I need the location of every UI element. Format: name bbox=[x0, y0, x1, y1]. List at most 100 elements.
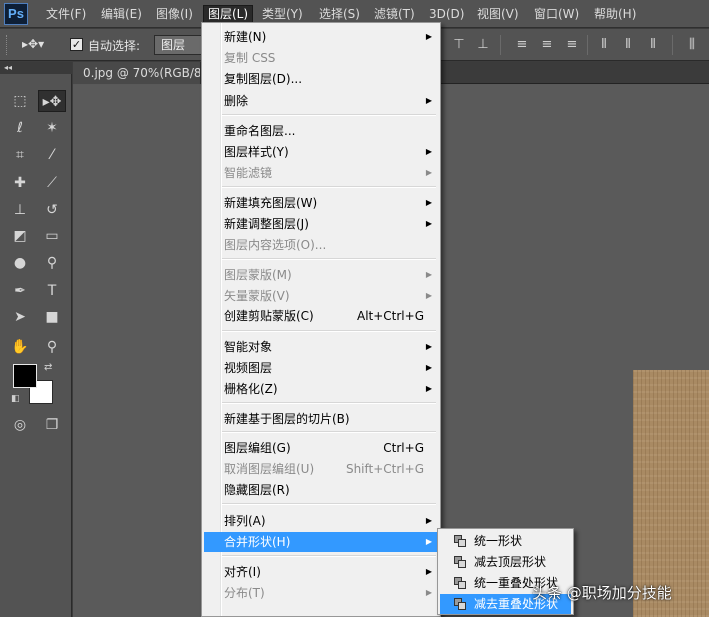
magic-wand-tool-icon[interactable]: ✶ bbox=[38, 117, 66, 139]
photoshop-logo: Ps bbox=[4, 3, 28, 25]
menu-separator bbox=[222, 258, 436, 260]
hand-tool-icon[interactable]: ✋ bbox=[6, 336, 34, 358]
menu-item-merge-shapes[interactable]: 合并形状(H) ▶ bbox=[204, 532, 438, 552]
zoom-tool-icon[interactable]: ⚲ bbox=[38, 336, 66, 358]
document-tab[interactable]: 0.jpg @ 70%(RGB/8#) bbox=[73, 62, 201, 84]
swap-colors-icon[interactable]: ⇄ bbox=[44, 362, 52, 373]
submenu-arrow-icon: ▶ bbox=[425, 270, 432, 279]
distribute-top-icon[interactable]: ≡ bbox=[514, 37, 530, 53]
menu-item-new-fill-layer[interactable]: 新建填充图层(W) ▶ bbox=[204, 193, 438, 213]
distribute-vcenter-icon[interactable]: ≡ bbox=[539, 37, 555, 53]
quick-mask-icon[interactable]: ◎ bbox=[6, 414, 34, 436]
menu-item-create-clipping-mask[interactable]: 创建剪贴蒙版(C) Alt+Ctrl+G bbox=[204, 306, 438, 326]
menu-item-label: 图层样式(Y) bbox=[224, 145, 289, 159]
menu-item-label: 重命名图层... bbox=[224, 124, 296, 138]
auto-select-checkbox[interactable]: ✓ bbox=[70, 38, 83, 51]
marquee-tool-icon[interactable]: ⬚ bbox=[6, 90, 34, 112]
menu-edit[interactable]: 编辑(E) bbox=[97, 5, 146, 23]
menu-separator bbox=[222, 402, 436, 404]
menu-item-rename-layer[interactable]: 重命名图层... bbox=[204, 121, 438, 141]
submenu-arrow-icon: ▶ bbox=[425, 516, 432, 525]
auto-align-icon[interactable]: ⫼ bbox=[684, 37, 700, 53]
align-top-icon[interactable]: ⊤ bbox=[451, 37, 467, 53]
submenu-arrow-icon: ▶ bbox=[425, 198, 432, 207]
clone-stamp-tool-icon[interactable]: ⊥ bbox=[6, 199, 34, 221]
submenu-arrow-icon: ▶ bbox=[425, 32, 432, 41]
distribute-left-icon[interactable]: ⫴ bbox=[596, 37, 612, 53]
blur-tool-icon[interactable]: ● bbox=[6, 252, 34, 274]
gradient-tool-icon[interactable]: ▭ bbox=[38, 225, 66, 247]
crop-tool-icon[interactable]: ⌗ bbox=[6, 144, 34, 166]
distribute-right-icon[interactable]: ⫴ bbox=[645, 37, 661, 53]
eraser-tool-icon[interactable]: ◩ bbox=[6, 225, 34, 247]
menu-separator bbox=[222, 503, 436, 505]
distribute-hcenter-icon[interactable]: ⫴ bbox=[620, 37, 636, 53]
rectangle-tool-icon[interactable]: ■ bbox=[38, 306, 66, 328]
menu-item-layer-content-options: 图层内容选项(O)... bbox=[204, 235, 438, 255]
menu-item-video-layer[interactable]: 视频图层 ▶ bbox=[204, 358, 438, 378]
menu-item-rasterize[interactable]: 栅格化(Z) ▶ bbox=[204, 379, 438, 399]
menu-item-vector-mask: 矢量蒙版(V) ▶ bbox=[204, 286, 438, 306]
menu-item-smart-object[interactable]: 智能对象 ▶ bbox=[204, 337, 438, 357]
layer-dropdown-menu: 新建(N) ▶ 复制 CSS 复制图层(D)... 删除 ▶ 重命名图层... 图层样式(Y)… bbox=[201, 22, 441, 617]
menu-separator bbox=[222, 555, 436, 557]
foreground-color-swatch[interactable] bbox=[13, 364, 37, 388]
type-tool-icon[interactable]: T bbox=[38, 280, 66, 302]
subtract-front-shape-icon bbox=[454, 556, 466, 568]
submenu-item-combine-shapes[interactable]: 统一形状 bbox=[440, 531, 571, 551]
menu-separator bbox=[222, 114, 436, 116]
screen-mode-icon[interactable]: ❐ bbox=[38, 414, 66, 436]
menu-item-label: 复制图层(D)... bbox=[224, 72, 303, 86]
distribute-bottom-icon[interactable]: ≡ bbox=[564, 37, 580, 53]
menu-item-new[interactable]: 新建(N) ▶ bbox=[204, 27, 438, 47]
menu-item-label: 新建(N) bbox=[224, 30, 267, 44]
align-bottom-icon[interactable]: ⊥ bbox=[475, 37, 491, 53]
menu-item-arrange[interactable]: 排列(A) ▶ bbox=[204, 511, 438, 531]
menu-item-delete[interactable]: 删除 ▶ bbox=[204, 91, 438, 111]
move-tool-preset-icon[interactable]: ▸✥▾ bbox=[22, 37, 50, 53]
default-colors-icon[interactable]: ◧ bbox=[11, 394, 20, 404]
menu-item-label: 排列(A) bbox=[224, 514, 266, 528]
path-selection-tool-icon[interactable]: ➤ bbox=[6, 306, 34, 328]
menu-item-distribute: 分布(T) ▶ bbox=[204, 583, 438, 603]
menu-file[interactable]: 文件(F) bbox=[42, 5, 90, 23]
submenu-arrow-icon: ▶ bbox=[425, 567, 432, 576]
auto-select-target-dropdown[interactable]: 图层 bbox=[154, 35, 202, 55]
toolbox-collapse-icon[interactable]: ◂◂ bbox=[0, 62, 72, 74]
menu-3d[interactable]: 3D(D) bbox=[425, 5, 468, 23]
pen-tool-icon[interactable]: ✒ bbox=[6, 280, 34, 302]
submenu-item-subtract-front-shape[interactable]: 减去顶层形状 bbox=[440, 552, 571, 572]
menu-window[interactable]: 窗口(W) bbox=[530, 5, 583, 23]
menu-item-layer-style[interactable]: 图层样式(Y) ▶ bbox=[204, 142, 438, 162]
intersect-shapes-icon bbox=[454, 577, 466, 589]
healing-brush-tool-icon[interactable]: ✚ bbox=[6, 172, 34, 194]
options-bar-grip[interactable] bbox=[6, 35, 10, 55]
menu-item-duplicate-layer[interactable]: 复制图层(D)... bbox=[204, 69, 438, 89]
menu-item-label: 隐藏图层(R) bbox=[224, 483, 290, 497]
eyedropper-tool-icon[interactable]: ⁄ bbox=[38, 144, 66, 166]
lasso-tool-icon[interactable]: ℓ bbox=[6, 117, 34, 139]
brush-tool-icon[interactable]: ⟋ bbox=[38, 172, 66, 194]
watermark: 头条 @职场加分技能 bbox=[532, 584, 672, 602]
menu-item-group-layers[interactable]: 图层编组(G) Ctrl+G bbox=[204, 438, 438, 458]
menu-view[interactable]: 视图(V) bbox=[473, 5, 523, 23]
menu-layer[interactable]: 图层(L) bbox=[203, 5, 254, 23]
menu-select[interactable]: 选择(S) bbox=[315, 5, 364, 23]
submenu-arrow-icon: ▶ bbox=[425, 537, 432, 546]
menu-item-new-adjustment-layer[interactable]: 新建调整图层(J) ▶ bbox=[204, 214, 438, 234]
menu-help[interactable]: 帮助(H) bbox=[590, 5, 640, 23]
menu-image[interactable]: 图像(I) bbox=[152, 5, 197, 23]
menu-item-align[interactable]: 对齐(I) ▶ bbox=[204, 562, 438, 582]
menu-filter[interactable]: 滤镜(T) bbox=[370, 5, 419, 23]
menu-type[interactable]: 类型(Y) bbox=[258, 5, 307, 23]
submenu-arrow-icon: ▶ bbox=[425, 363, 432, 372]
menu-item-label: 智能对象 bbox=[224, 340, 273, 354]
menu-item-new-layer-based-slice[interactable]: 新建基于图层的切片(B) bbox=[204, 409, 438, 429]
submenu-arrow-icon: ▶ bbox=[425, 96, 432, 105]
menu-item-hide-layers[interactable]: 隐藏图层(R) bbox=[204, 480, 438, 500]
dodge-tool-icon[interactable]: ⚲ bbox=[38, 252, 66, 274]
menu-item-layer-mask: 图层蒙版(M) ▶ bbox=[204, 265, 438, 285]
history-brush-tool-icon[interactable]: ↺ bbox=[38, 199, 66, 221]
combine-shapes-icon bbox=[454, 535, 466, 547]
move-tool-icon[interactable]: ▸✥ bbox=[38, 90, 66, 112]
